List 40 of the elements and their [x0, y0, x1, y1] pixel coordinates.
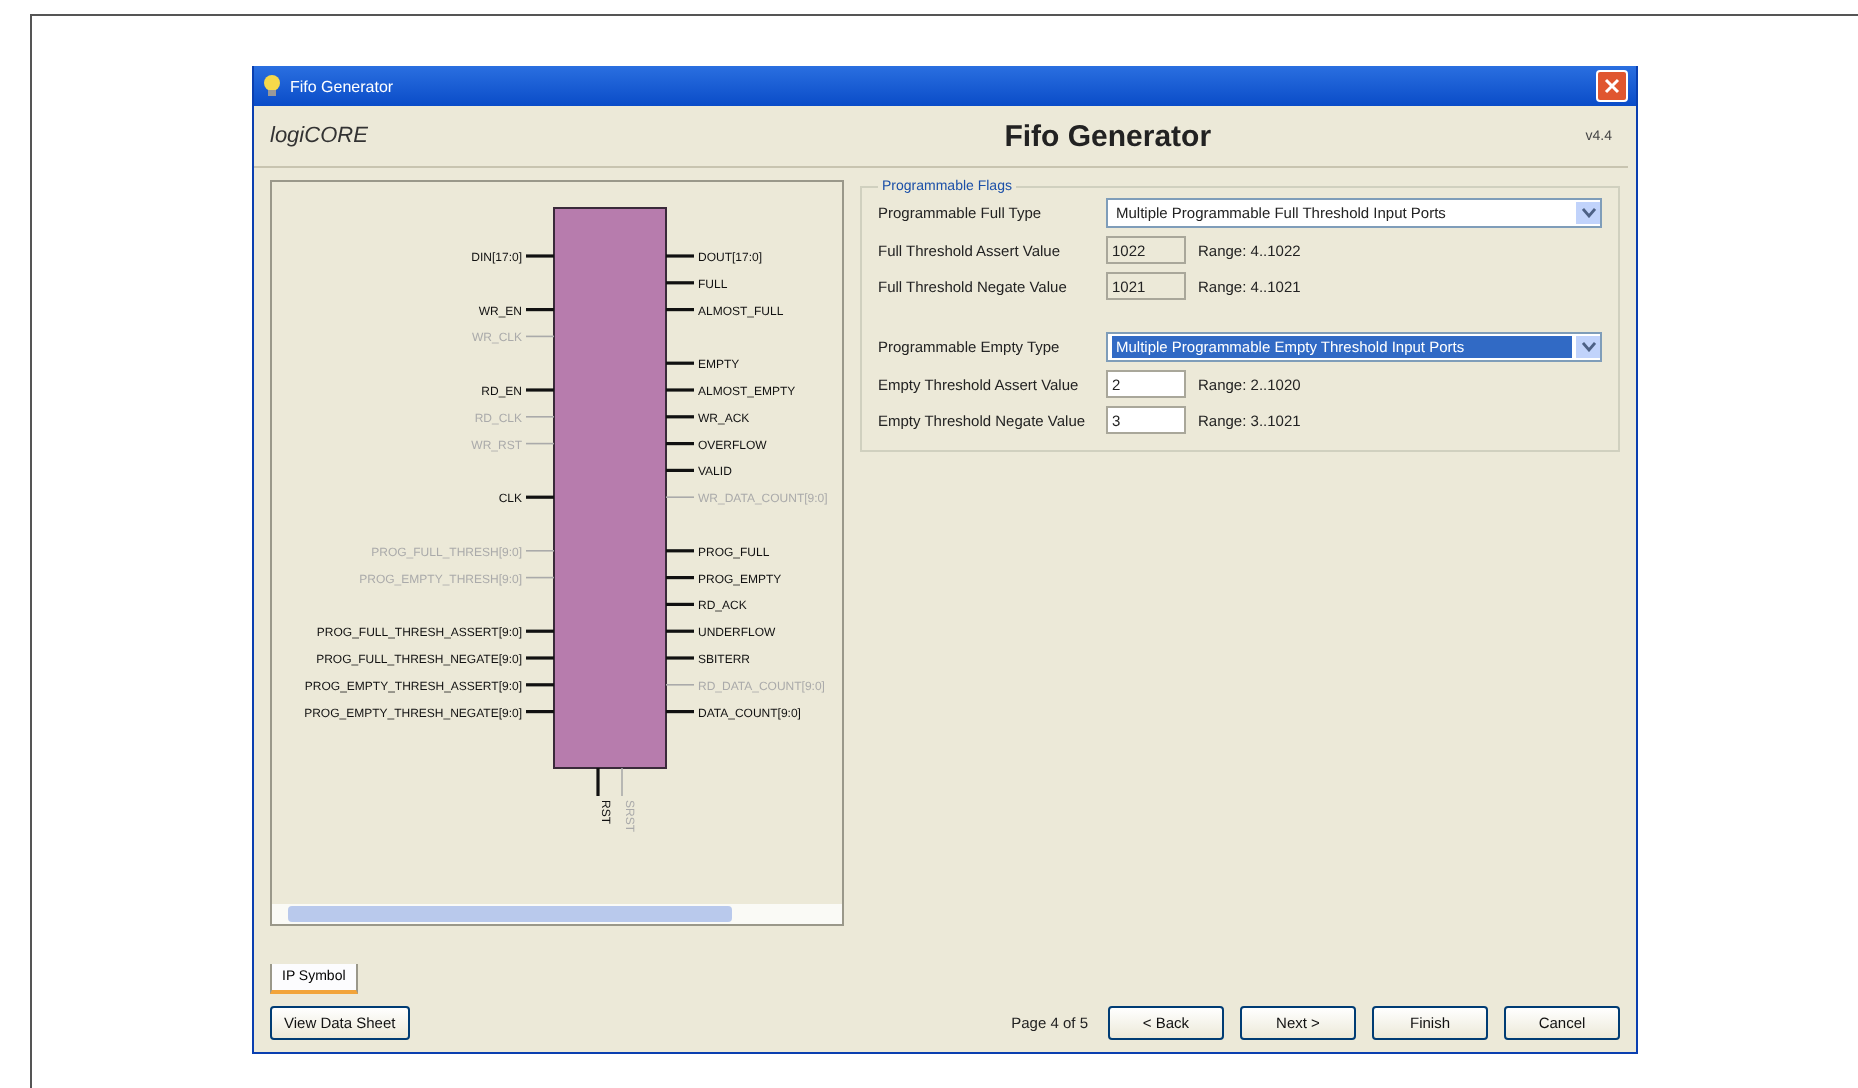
pin-line [526, 629, 554, 633]
pin-line [621, 767, 623, 797]
pin-line [596, 768, 600, 796]
pin-line [526, 683, 554, 687]
pin-line [526, 254, 554, 258]
pin-line [666, 576, 694, 580]
pin-line [666, 281, 694, 285]
pin-line [666, 602, 694, 606]
pin-line [525, 335, 555, 338]
pin-line [666, 629, 694, 633]
horizontal-scrollbar[interactable] [272, 904, 842, 924]
pin-line [666, 415, 694, 419]
logo: logiCORE [270, 124, 370, 148]
pin-line [525, 442, 555, 445]
close-icon [1604, 78, 1620, 94]
pin-line [665, 684, 695, 686]
pin-line [666, 468, 694, 472]
pin-line [666, 710, 694, 714]
pin-line [525, 576, 555, 579]
pin-line [666, 388, 694, 392]
pin-line [665, 496, 695, 498]
window-title: Fifo Generator [290, 77, 394, 95]
pin-line [525, 550, 555, 552]
caret-icon [1581, 342, 1595, 352]
lightbulb-icon [262, 74, 282, 98]
pin-line [666, 254, 694, 258]
caret-icon [1581, 208, 1595, 218]
page-title: Fifo Generator [1002, 119, 1214, 153]
pin-line [666, 361, 694, 365]
pin-line [666, 442, 694, 446]
pin-line [666, 656, 694, 660]
close-button[interactable] [1596, 70, 1628, 102]
pin-line [526, 308, 554, 312]
pin-line [666, 549, 694, 553]
pin-line [526, 495, 554, 499]
pin-line [526, 388, 554, 392]
pin-line [526, 710, 554, 714]
pin-line [526, 656, 554, 660]
pin-line [666, 308, 694, 312]
pin-line [525, 416, 555, 418]
